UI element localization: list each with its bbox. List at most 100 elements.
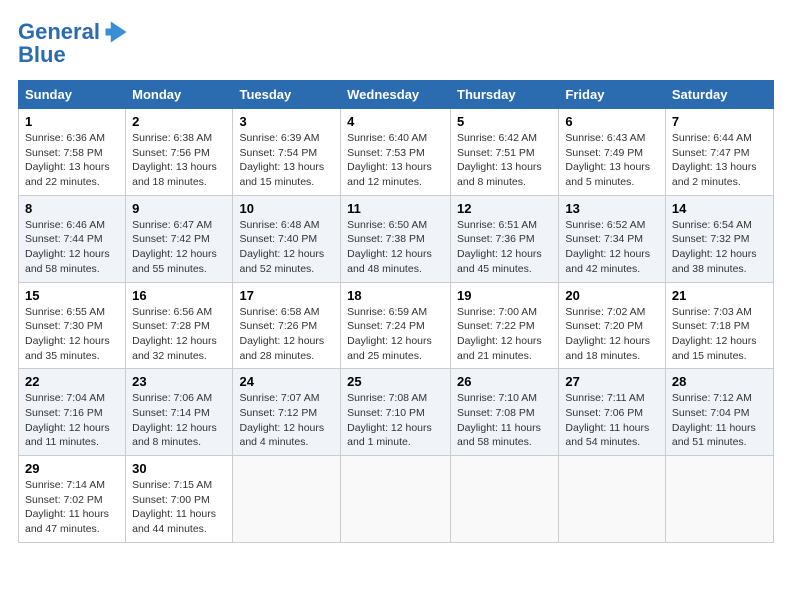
- day-detail: Sunrise: 7:02 AM Sunset: 7:20 PM Dayligh…: [565, 305, 658, 364]
- day-number: 6: [565, 114, 658, 129]
- weekday-saturday: Saturday: [665, 81, 773, 109]
- day-cell: 10 Sunrise: 6:48 AM Sunset: 7:40 PM Dayli…: [233, 195, 341, 282]
- day-cell: 28Sunrise: 7:12 AM Sunset: 7:04 PM Dayli…: [665, 369, 773, 456]
- day-number: 14: [672, 201, 767, 216]
- day-cell: [559, 456, 665, 543]
- week-row-3: 15 Sunrise: 6:55 AM Sunset: 7:30 PM Dayli…: [19, 282, 774, 369]
- day-detail: Sunrise: 6:54 AM Sunset: 7:32 PM Dayligh…: [672, 218, 767, 277]
- logo-arrow-icon: [102, 18, 130, 46]
- day-detail: Sunrise: 7:15 AM Sunset: 7:00 PM Dayligh…: [132, 478, 226, 537]
- day-number: 27: [565, 374, 658, 389]
- day-number: 26: [457, 374, 552, 389]
- week-row-1: 1 Sunrise: 6:36 AM Sunset: 7:58 PM Daylig…: [19, 109, 774, 196]
- day-cell: 11Sunrise: 6:50 AM Sunset: 7:38 PM Dayli…: [341, 195, 451, 282]
- day-cell: 8 Sunrise: 6:46 AM Sunset: 7:44 PM Daylig…: [19, 195, 126, 282]
- day-cell: 18 Sunrise: 6:59 AM Sunset: 7:24 PM Dayli…: [341, 282, 451, 369]
- day-detail: Sunrise: 6:42 AM Sunset: 7:51 PM Dayligh…: [457, 131, 552, 190]
- day-cell: 20 Sunrise: 7:02 AM Sunset: 7:20 PM Dayli…: [559, 282, 665, 369]
- weekday-thursday: Thursday: [451, 81, 559, 109]
- day-cell: 3 Sunrise: 6:39 AM Sunset: 7:54 PM Daylig…: [233, 109, 341, 196]
- week-row-2: 8 Sunrise: 6:46 AM Sunset: 7:44 PM Daylig…: [19, 195, 774, 282]
- day-detail: Sunrise: 6:40 AM Sunset: 7:53 PM Dayligh…: [347, 131, 444, 190]
- day-detail: Sunrise: 7:08 AM Sunset: 7:10 PM Dayligh…: [347, 391, 444, 450]
- day-cell: 4 Sunrise: 6:40 AM Sunset: 7:53 PM Daylig…: [341, 109, 451, 196]
- day-detail: Sunrise: 6:56 AM Sunset: 7:28 PM Dayligh…: [132, 305, 226, 364]
- weekday-monday: Monday: [126, 81, 233, 109]
- logo: General Blue: [18, 18, 130, 68]
- day-number: 28: [672, 374, 767, 389]
- day-detail: Sunrise: 6:48 AM Sunset: 7:40 PM Dayligh…: [239, 218, 334, 277]
- day-cell: 9Sunrise: 6:47 AM Sunset: 7:42 PM Daylig…: [126, 195, 233, 282]
- day-detail: Sunrise: 6:36 AM Sunset: 7:58 PM Dayligh…: [25, 131, 119, 190]
- day-cell: 12 Sunrise: 6:51 AM Sunset: 7:36 PM Dayli…: [451, 195, 559, 282]
- weekday-tuesday: Tuesday: [233, 81, 341, 109]
- day-cell: 30 Sunrise: 7:15 AM Sunset: 7:00 PM Dayli…: [126, 456, 233, 543]
- weekday-sunday: Sunday: [19, 81, 126, 109]
- day-number: 5: [457, 114, 552, 129]
- day-detail: Sunrise: 6:51 AM Sunset: 7:36 PM Dayligh…: [457, 218, 552, 277]
- day-number: 15: [25, 288, 119, 303]
- day-number: 2: [132, 114, 226, 129]
- day-detail: Sunrise: 6:52 AM Sunset: 7:34 PM Dayligh…: [565, 218, 658, 277]
- day-number: 24: [239, 374, 334, 389]
- day-detail: Sunrise: 7:04 AM Sunset: 7:16 PM Dayligh…: [25, 391, 119, 450]
- day-cell: 29Sunrise: 7:14 AM Sunset: 7:02 PM Dayli…: [19, 456, 126, 543]
- day-number: 22: [25, 374, 119, 389]
- day-cell: 21Sunrise: 7:03 AM Sunset: 7:18 PM Dayli…: [665, 282, 773, 369]
- day-cell: 22 Sunrise: 7:04 AM Sunset: 7:16 PM Dayli…: [19, 369, 126, 456]
- day-detail: Sunrise: 6:39 AM Sunset: 7:54 PM Dayligh…: [239, 131, 334, 190]
- logo-text: General: [18, 20, 100, 44]
- day-number: 7: [672, 114, 767, 129]
- weekday-friday: Friday: [559, 81, 665, 109]
- day-number: 23: [132, 374, 226, 389]
- day-detail: Sunrise: 7:11 AM Sunset: 7:06 PM Dayligh…: [565, 391, 658, 450]
- day-cell: 5 Sunrise: 6:42 AM Sunset: 7:51 PM Daylig…: [451, 109, 559, 196]
- week-row-4: 22 Sunrise: 7:04 AM Sunset: 7:16 PM Dayli…: [19, 369, 774, 456]
- day-cell: 14 Sunrise: 6:54 AM Sunset: 7:32 PM Dayli…: [665, 195, 773, 282]
- day-number: 18: [347, 288, 444, 303]
- day-detail: Sunrise: 6:59 AM Sunset: 7:24 PM Dayligh…: [347, 305, 444, 364]
- day-cell: 17 Sunrise: 6:58 AM Sunset: 7:26 PM Dayli…: [233, 282, 341, 369]
- day-number: 21: [672, 288, 767, 303]
- day-cell: 24Sunrise: 7:07 AM Sunset: 7:12 PM Dayli…: [233, 369, 341, 456]
- day-detail: Sunrise: 6:47 AM Sunset: 7:42 PM Dayligh…: [132, 218, 226, 277]
- day-detail: Sunrise: 7:06 AM Sunset: 7:14 PM Dayligh…: [132, 391, 226, 450]
- calendar-table: SundayMondayTuesdayWednesdayThursdayFrid…: [18, 80, 774, 543]
- day-cell: 7Sunrise: 6:44 AM Sunset: 7:47 PM Daylig…: [665, 109, 773, 196]
- day-cell: [341, 456, 451, 543]
- day-number: 10: [239, 201, 334, 216]
- day-cell: 27 Sunrise: 7:11 AM Sunset: 7:06 PM Dayli…: [559, 369, 665, 456]
- day-detail: Sunrise: 6:55 AM Sunset: 7:30 PM Dayligh…: [25, 305, 119, 364]
- day-number: 8: [25, 201, 119, 216]
- day-cell: 15 Sunrise: 6:55 AM Sunset: 7:30 PM Dayli…: [19, 282, 126, 369]
- day-detail: Sunrise: 7:00 AM Sunset: 7:22 PM Dayligh…: [457, 305, 552, 364]
- day-number: 17: [239, 288, 334, 303]
- day-cell: 26Sunrise: 7:10 AM Sunset: 7:08 PM Dayli…: [451, 369, 559, 456]
- day-cell: [665, 456, 773, 543]
- day-number: 3: [239, 114, 334, 129]
- day-number: 19: [457, 288, 552, 303]
- day-cell: 16 Sunrise: 6:56 AM Sunset: 7:28 PM Dayli…: [126, 282, 233, 369]
- day-cell: 6Sunrise: 6:43 AM Sunset: 7:49 PM Daylig…: [559, 109, 665, 196]
- day-detail: Sunrise: 6:46 AM Sunset: 7:44 PM Dayligh…: [25, 218, 119, 277]
- day-number: 20: [565, 288, 658, 303]
- day-number: 13: [565, 201, 658, 216]
- logo-blue: Blue: [18, 42, 66, 68]
- day-detail: Sunrise: 6:38 AM Sunset: 7:56 PM Dayligh…: [132, 131, 226, 190]
- day-number: 16: [132, 288, 226, 303]
- day-number: 30: [132, 461, 226, 476]
- day-number: 4: [347, 114, 444, 129]
- day-number: 12: [457, 201, 552, 216]
- header: General Blue: [18, 18, 774, 68]
- day-detail: Sunrise: 6:58 AM Sunset: 7:26 PM Dayligh…: [239, 305, 334, 364]
- weekday-header-row: SundayMondayTuesdayWednesdayThursdayFrid…: [19, 81, 774, 109]
- day-cell: [451, 456, 559, 543]
- day-cell: 13 Sunrise: 6:52 AM Sunset: 7:34 PM Dayli…: [559, 195, 665, 282]
- day-cell: 25Sunrise: 7:08 AM Sunset: 7:10 PM Dayli…: [341, 369, 451, 456]
- day-cell: 1 Sunrise: 6:36 AM Sunset: 7:58 PM Daylig…: [19, 109, 126, 196]
- day-cell: 2 Sunrise: 6:38 AM Sunset: 7:56 PM Daylig…: [126, 109, 233, 196]
- day-number: 1: [25, 114, 119, 129]
- day-cell: 19 Sunrise: 7:00 AM Sunset: 7:22 PM Dayli…: [451, 282, 559, 369]
- day-detail: Sunrise: 7:14 AM Sunset: 7:02 PM Dayligh…: [25, 478, 119, 537]
- week-row-5: 29Sunrise: 7:14 AM Sunset: 7:02 PM Dayli…: [19, 456, 774, 543]
